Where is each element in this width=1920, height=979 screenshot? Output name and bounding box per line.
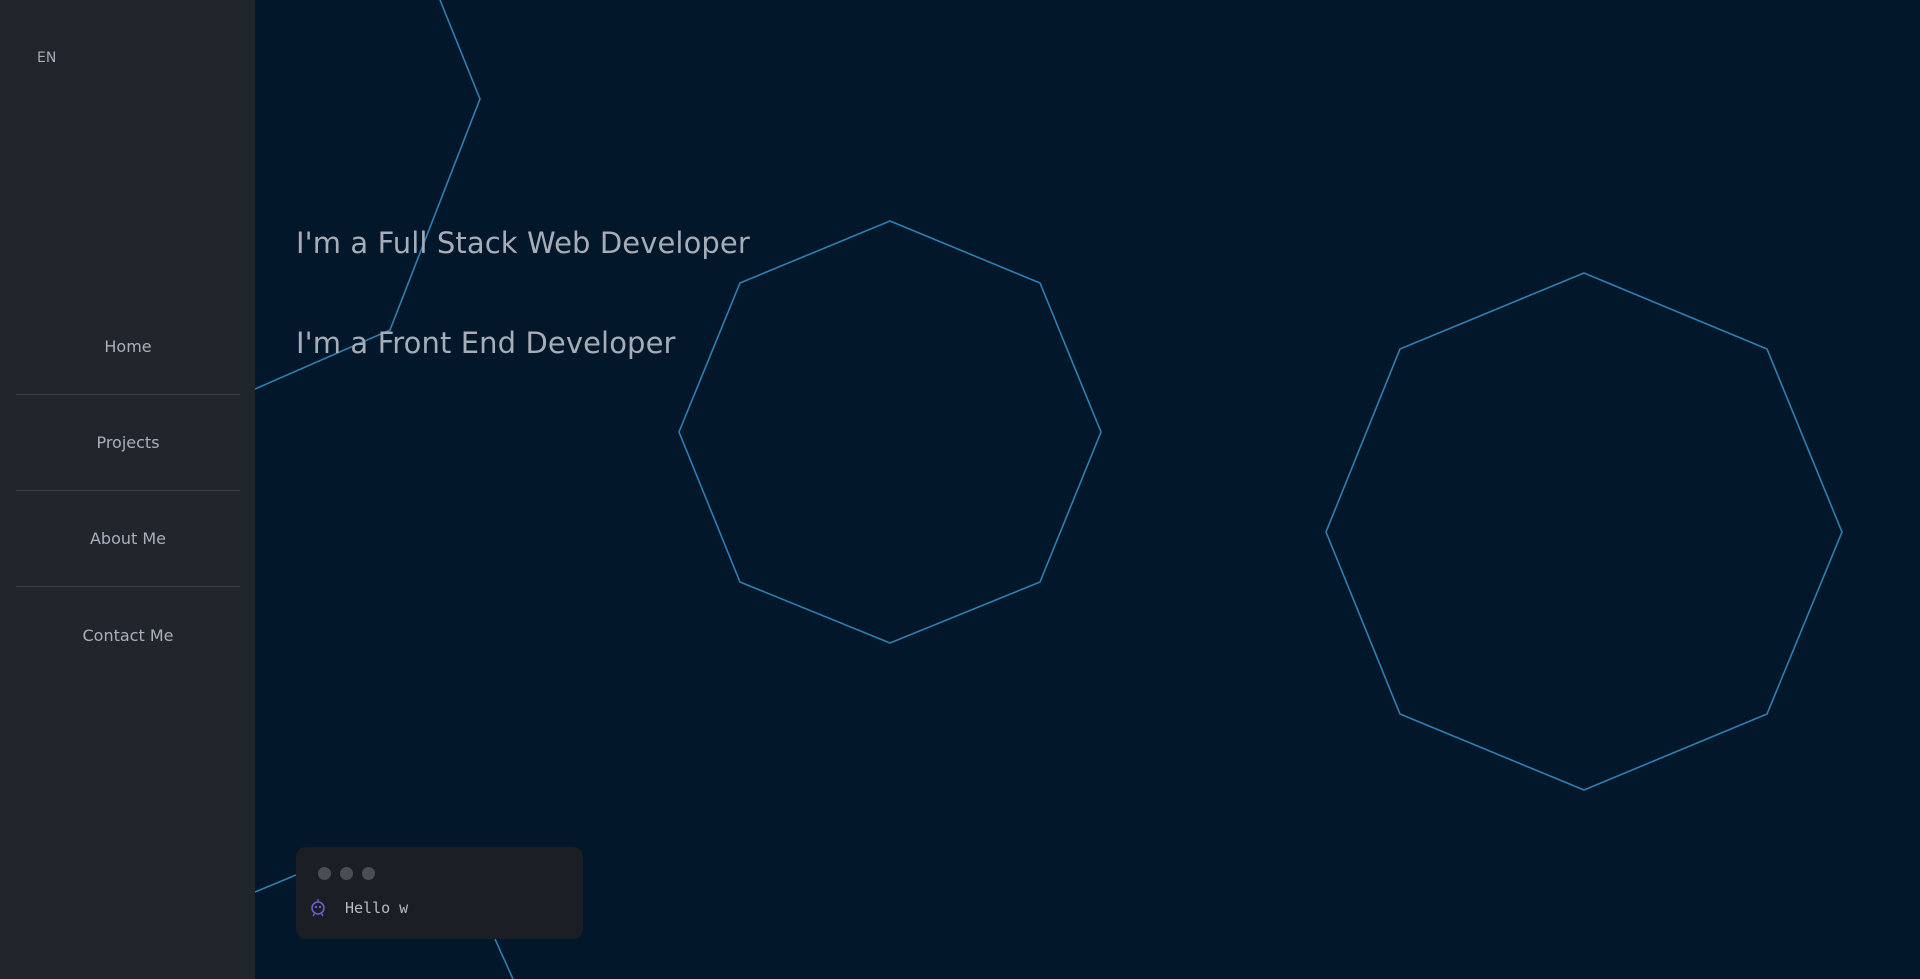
nav-item-about-me[interactable]: About Me	[16, 491, 240, 587]
bg-lower-outline	[254, 874, 297, 893]
bg-bottom-outline	[494, 938, 514, 979]
nav-item-home[interactable]: Home	[16, 299, 240, 395]
page: EN Home Projects About Me Contact Me I'm…	[0, 0, 1920, 979]
hero-headline-full-stack: I'm a Full Stack Web Developer	[296, 226, 750, 260]
nav-item-contact-me[interactable]: Contact Me	[16, 587, 240, 683]
background-shapes	[254, 0, 1843, 979]
hero-headline-front-end: I'm a Front End Developer	[296, 326, 676, 360]
sidebar-nav: Home Projects About Me Contact Me	[16, 299, 240, 683]
window-dots	[318, 867, 375, 880]
nav-item-projects[interactable]: Projects	[16, 395, 240, 491]
alien-robot-icon	[311, 899, 325, 917]
window-dot-close	[318, 867, 331, 880]
sidebar: EN Home Projects About Me Contact Me	[0, 0, 255, 979]
bg-octagon-small	[678, 220, 1102, 644]
language-switch[interactable]: EN	[37, 50, 56, 66]
terminal-widget: Hello w	[296, 847, 583, 939]
bg-octagon-large	[1325, 272, 1843, 791]
terminal-text: Hello w	[345, 899, 409, 917]
window-dot-maximize	[362, 867, 375, 880]
window-dot-minimize	[340, 867, 353, 880]
